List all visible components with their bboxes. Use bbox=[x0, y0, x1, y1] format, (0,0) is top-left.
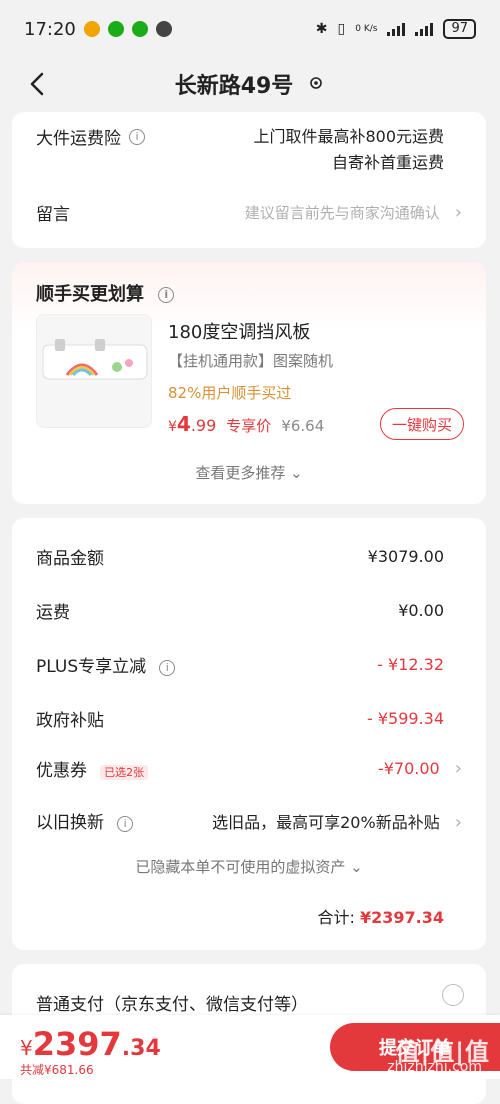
total-row: 合计: ¥2397.34 bbox=[317, 904, 444, 928]
note-row[interactable]: 留言 建议留言前先与商家沟通确认 › bbox=[36, 200, 462, 225]
bottom-price-dec: .34 bbox=[121, 1036, 161, 1061]
summary-row-subsidy: 政府补贴 - ¥599.34 bbox=[36, 706, 444, 731]
old-price: ¥6.64 bbox=[281, 417, 325, 435]
product-image bbox=[42, 339, 148, 380]
info-icon[interactable]: i bbox=[158, 287, 175, 303]
product-stat: 82%用户顺手买过 bbox=[168, 384, 292, 402]
chevron-right-icon: › bbox=[454, 811, 462, 833]
note-label: 留言 bbox=[36, 205, 70, 225]
chevron-right-icon: › bbox=[454, 202, 462, 223]
tradein-value: 选旧品，最高可享20%新品补贴 bbox=[212, 812, 440, 832]
plus-discount-value: - ¥12.32 bbox=[377, 655, 444, 674]
more-recommend-link[interactable]: 查看更多推荐 ⌄ bbox=[12, 462, 486, 483]
coupon-count-badge: 已选2张 bbox=[100, 765, 149, 780]
total-label: 合计: bbox=[317, 908, 355, 927]
more-recommend-text: 查看更多推荐 bbox=[195, 464, 286, 482]
goods-amount-label: 商品金额 bbox=[36, 549, 104, 569]
total-value: ¥2397.34 bbox=[359, 908, 444, 927]
product-name[interactable]: 180度空调挡风板 bbox=[168, 318, 310, 344]
summary-row-plus: PLUS专享立减 i - ¥12.32 bbox=[36, 652, 444, 677]
bottom-saved: 共减¥681.66 bbox=[20, 1063, 94, 1077]
net-rate: 0 K/s bbox=[355, 24, 378, 34]
signal-icon bbox=[387, 22, 406, 36]
bottom-price-int: 2397 bbox=[32, 1025, 122, 1063]
info-icon[interactable]: i bbox=[117, 815, 134, 832]
status-left: 17:20 bbox=[24, 19, 172, 40]
info-icon[interactable]: i bbox=[159, 659, 176, 676]
note-placeholder[interactable]: 建议留言前先与商家沟通确认 bbox=[245, 204, 440, 222]
weibo-icon bbox=[83, 21, 100, 37]
shipping-insurance-card: 大件运费险 i 上门取件最高补800元运费 自寄补首重运费 留言 建议留言前先与… bbox=[12, 112, 486, 248]
exclusive-label: 专享价 bbox=[226, 417, 272, 435]
location-icon[interactable] bbox=[307, 75, 325, 93]
summary-row-goods: 商品金额 ¥3079.00 bbox=[36, 544, 444, 569]
insurance-label: 大件运费险 bbox=[36, 129, 121, 149]
price-int: 4 bbox=[176, 412, 191, 436]
summary-row-shipping: 运费 ¥0.00 bbox=[36, 598, 444, 623]
battery-icon: 97 bbox=[443, 19, 476, 39]
bottom-bar: ¥2397.34 共减¥681.66 提交订单 值|值|值 zhizhizhi.… bbox=[0, 1015, 500, 1079]
product-thumbnail[interactable] bbox=[36, 314, 152, 428]
recommend-card: 顺手买更划算 i 180度空调挡风板 【挂机通用款】图案随机 82%用户顺手买过… bbox=[12, 262, 486, 504]
insurance-line-2: 自寄补首重运费 bbox=[331, 153, 444, 172]
summary-row-coupon[interactable]: 优惠券 已选2张 -¥70.00 › bbox=[36, 756, 462, 781]
subsidy-label: 政府补贴 bbox=[36, 711, 104, 731]
plus-discount-label: PLUS专享立减 bbox=[36, 657, 147, 677]
insurance-line-1: 上门取件最高补800元运费 bbox=[253, 127, 444, 146]
product-desc: 【挂机通用款】图案随机 bbox=[168, 352, 334, 370]
chevron-right-icon: › bbox=[454, 758, 462, 779]
goods-amount-value: ¥3079.00 bbox=[367, 547, 444, 566]
insurance-detail: 上门取件最高补800元运费 自寄补首重运费 bbox=[253, 124, 444, 176]
tradein-label: 以旧换新 bbox=[36, 813, 104, 833]
insurance-label-row: 大件运费险 i bbox=[36, 124, 145, 149]
page-title[interactable]: 长新路49号 bbox=[175, 68, 294, 100]
shipping-label: 运费 bbox=[36, 603, 70, 623]
wechat-icon-2 bbox=[131, 21, 148, 37]
wechat-icon bbox=[107, 21, 124, 37]
summary-row-tradein[interactable]: 以旧换新 i 选旧品，最高可享20%新品补贴 › bbox=[36, 808, 462, 834]
product-price: ¥4.99 bbox=[168, 412, 216, 436]
shipping-value: ¥0.00 bbox=[398, 601, 444, 620]
bluetooth-icon: ✱ bbox=[315, 21, 328, 37]
price-dec: .99 bbox=[190, 416, 217, 435]
status-bar: 17:20 ✱ ▯ 0 K/s 97 bbox=[0, 0, 500, 58]
bottom-total-price: ¥2397.34 bbox=[20, 1025, 161, 1063]
back-arrow-icon[interactable] bbox=[24, 70, 52, 98]
recommend-title: 顺手买更划算 i bbox=[36, 280, 175, 306]
order-summary-card: 商品金额 ¥3079.00 运费 ¥0.00 PLUS专享立减 i - ¥12.… bbox=[12, 518, 486, 950]
hidden-assets-text: 已隐藏本单不可使用的虚拟资产 bbox=[135, 858, 346, 876]
bottom-yen: ¥ bbox=[20, 1036, 33, 1060]
payment-radio[interactable] bbox=[442, 984, 464, 1006]
coupon-value: -¥70.00 bbox=[377, 759, 440, 778]
info-icon[interactable]: i bbox=[129, 128, 145, 145]
subsidy-value: - ¥599.34 bbox=[366, 709, 444, 728]
one-click-buy-button[interactable]: 一键购买 bbox=[380, 408, 464, 440]
payment-method-title[interactable]: 普通支付（京东支付、微信支付等） bbox=[36, 990, 308, 1015]
header: 长新路49号 bbox=[0, 58, 500, 110]
price-symbol: ¥ bbox=[168, 419, 177, 435]
vibrate-icon: ▯ bbox=[337, 21, 346, 37]
status-right: ✱ ▯ 0 K/s 97 bbox=[316, 19, 476, 39]
alarm-icon bbox=[155, 21, 172, 37]
price-row: ¥4.99 专享价 ¥6.64 bbox=[168, 412, 324, 436]
coupon-label: 优惠券 bbox=[36, 761, 87, 781]
signal-icon-2 bbox=[415, 22, 434, 36]
watermark-site: zhizhizhi.com bbox=[387, 1059, 482, 1075]
chevron-down-icon: ⌄ bbox=[350, 858, 363, 876]
status-time: 17:20 bbox=[24, 18, 76, 40]
recommend-title-text: 顺手买更划算 bbox=[36, 284, 144, 305]
chevron-down-icon: ⌄ bbox=[290, 464, 303, 482]
hidden-assets-toggle[interactable]: 已隐藏本单不可使用的虚拟资产 ⌄ bbox=[12, 856, 486, 877]
